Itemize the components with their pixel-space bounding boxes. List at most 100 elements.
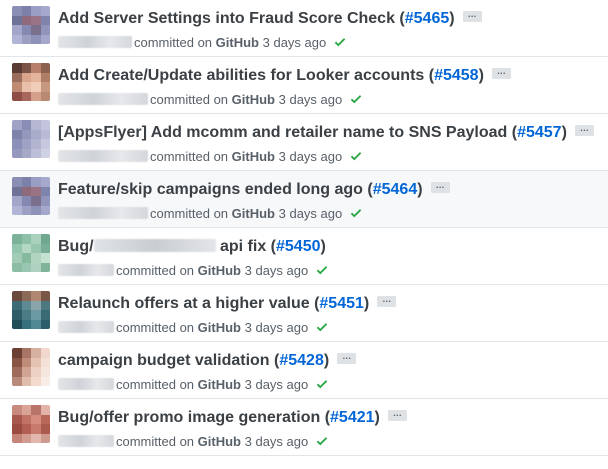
avatar-pixel (40, 129, 50, 139)
avatar-pixel (40, 91, 50, 101)
redacted-text (93, 239, 216, 252)
commit-title[interactable]: Add Server Settings into Fraud Score Che… (58, 10, 482, 28)
check-icon[interactable] (350, 149, 364, 161)
commit-title[interactable]: Feature/skip campaigns ended long ago (#… (58, 181, 450, 199)
avatar-pixel (21, 15, 31, 25)
author-avatar[interactable] (12, 405, 50, 443)
commit-title[interactable]: Add Create/Update abilities for Looker a… (58, 67, 511, 85)
avatar-pixel (12, 424, 22, 434)
commit-row[interactable]: Add Server Settings into Fraud Score Che… (0, 0, 608, 57)
expand-message-button[interactable]: … (491, 67, 511, 80)
pull-request-link[interactable]: #5428 (279, 352, 324, 369)
commit-title-text[interactable]: Add Create/Update abilities for Looker a… (58, 67, 434, 84)
expand-message-button[interactable]: … (462, 10, 482, 23)
expand-message-button[interactable]: … (430, 181, 450, 194)
commit-title-text[interactable]: Feature/skip campaigns ended long ago ( (58, 181, 373, 198)
check-icon[interactable] (316, 320, 330, 332)
author-avatar[interactable] (12, 348, 50, 386)
commit-meta: committed on GitHub 3 days ago (58, 206, 364, 221)
committer-platform: GitHub (197, 263, 241, 278)
commit-row[interactable]: Add Create/Update abilities for Looker a… (0, 57, 608, 114)
commit-title-close: ) (363, 295, 370, 312)
check-icon[interactable] (350, 92, 364, 104)
avatar-pixel (40, 6, 50, 16)
commit-title-text[interactable]: Bug/ (58, 238, 94, 255)
author-avatar[interactable] (12, 120, 50, 158)
avatar-pixel (12, 6, 22, 16)
author-avatar[interactable] (12, 6, 50, 44)
avatar-pixel (21, 148, 31, 158)
commit-title-text[interactable]: Add Server Settings into Fraud Score Che… (58, 10, 405, 27)
avatar-pixel (21, 357, 31, 367)
avatar-pixel (31, 120, 41, 130)
commit-row[interactable]: [AppsFlyer] Add mcomm and retailer name … (0, 114, 608, 171)
commit-time: 3 days ago (278, 206, 343, 221)
avatar-pixel (40, 196, 50, 206)
pull-request-link[interactable]: #5464 (373, 181, 418, 198)
expand-message-button[interactable]: … (337, 352, 357, 365)
check-icon[interactable] (316, 434, 330, 446)
avatar-pixel (12, 72, 22, 82)
avatar-pixel (21, 91, 31, 101)
author-avatar[interactable] (12, 177, 50, 215)
redacted-author (58, 321, 114, 333)
commit-title-text[interactable]: Relaunch offers at a higher value ( (58, 295, 319, 312)
commit-title[interactable]: [AppsFlyer] Add mcomm and retailer name … (58, 124, 594, 142)
commit-row[interactable]: Bug/offer promo image generation (#5421)… (0, 399, 608, 456)
commit-title-text[interactable]: Bug/offer promo image generation ( (58, 409, 330, 426)
committed-label: committed on (150, 149, 229, 164)
commit-row[interactable]: Feature/skip campaigns ended long ago (#… (0, 171, 608, 228)
avatar-pixel (31, 319, 41, 329)
commit-time: 3 days ago (278, 149, 343, 164)
avatar-pixel (40, 367, 50, 377)
check-icon[interactable] (334, 35, 348, 47)
check-icon[interactable] (316, 263, 330, 275)
committer-platform: GitHub (197, 434, 241, 449)
commit-title[interactable]: Relaunch offers at a higher value (#5451… (58, 295, 397, 313)
commit-title-text[interactable]: campaign budget validation ( (58, 352, 279, 369)
commit-title[interactable]: campaign budget validation (#5428)… (58, 352, 357, 370)
redacted-author (58, 264, 114, 276)
avatar-pixel (40, 376, 50, 386)
avatar-pixel (40, 25, 50, 35)
expand-message-button[interactable]: … (387, 409, 407, 422)
author-avatar[interactable] (12, 63, 50, 101)
avatar-pixel (12, 25, 22, 35)
avatar-pixel (12, 291, 22, 301)
commit-row[interactable]: Bug/ api fix (#5450) committed on GitHub … (0, 228, 608, 285)
avatar-pixel (21, 424, 31, 434)
commit-row[interactable]: Relaunch offers at a higher value (#5451… (0, 285, 608, 342)
pull-request-link[interactable]: #5458 (434, 67, 479, 84)
commit-row[interactable]: campaign budget validation (#5428) … commi… (0, 342, 608, 399)
commit-title-text[interactable]: [AppsFlyer] Add mcomm and retailer name … (58, 124, 517, 141)
expand-message-button[interactable]: … (377, 295, 397, 308)
avatar-pixel (31, 424, 41, 434)
author-avatar[interactable] (12, 234, 50, 272)
committer-platform: GitHub (231, 206, 275, 221)
commit-title[interactable]: Bug/offer promo image generation (#5421)… (58, 409, 407, 427)
check-icon[interactable] (350, 206, 364, 218)
avatar-pixel (40, 72, 50, 82)
commit-title-text[interactable]: api fix ( (216, 238, 276, 255)
avatar-pixel (31, 139, 41, 149)
author-avatar[interactable] (12, 291, 50, 329)
pull-request-link[interactable]: #5457 (517, 124, 562, 141)
commit-title[interactable]: Bug/ api fix (#5450) (58, 238, 326, 256)
check-icon[interactable] (316, 377, 330, 389)
redacted-author (58, 36, 132, 48)
avatar-pixel (31, 357, 41, 367)
pull-request-link[interactable]: #5450 (276, 238, 321, 255)
pull-request-link[interactable]: #5421 (330, 409, 375, 426)
pull-request-link[interactable]: #5451 (319, 295, 364, 312)
avatar-pixel (12, 91, 22, 101)
avatar-pixel (12, 376, 22, 386)
avatar-pixel (31, 376, 41, 386)
avatar-pixel (21, 34, 31, 44)
pull-request-link[interactable]: #5465 (405, 10, 450, 27)
avatar-pixel (21, 367, 31, 377)
avatar-pixel (31, 72, 41, 82)
avatar-pixel (21, 6, 31, 16)
avatar-pixel (12, 319, 22, 329)
expand-message-button[interactable]: … (574, 124, 594, 137)
avatar-pixel (21, 63, 31, 73)
